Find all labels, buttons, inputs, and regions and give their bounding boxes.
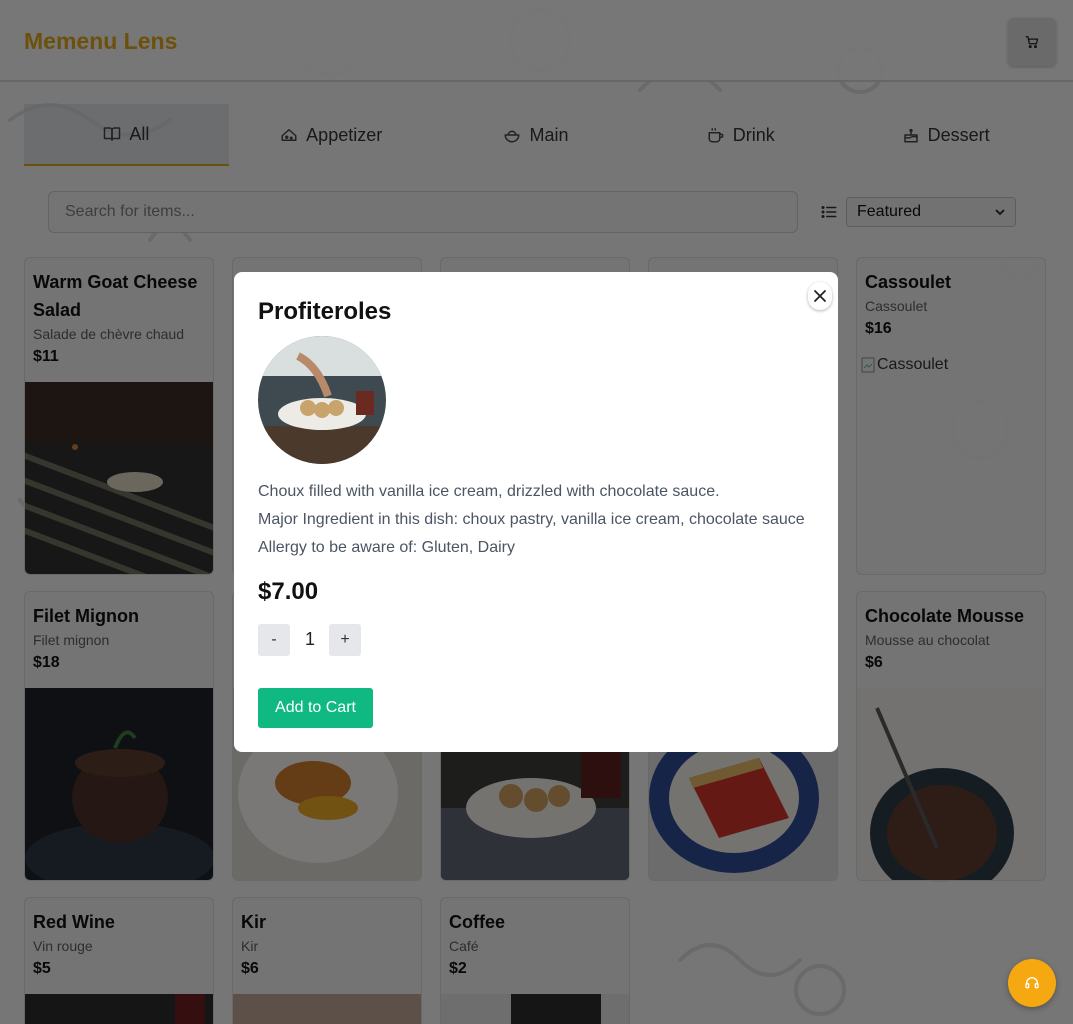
quantity-value: 1	[304, 629, 315, 649]
modal-ingredients: Major Ingredient in this dish: choux pas…	[258, 511, 805, 528]
add-to-cart-button[interactable]: Add to Cart	[258, 688, 373, 728]
increase-quantity-button[interactable]: +	[329, 624, 361, 656]
modal-allergy: Allergy to be aware of: Gluten, Dairy	[258, 539, 516, 556]
decrease-quantity-button[interactable]: -	[258, 624, 290, 656]
item-detail-modal: Profiteroles Choux filled with vanilla i…	[234, 272, 838, 752]
close-button[interactable]	[808, 282, 832, 310]
modal-item-photo	[258, 336, 386, 464]
chat-support-button[interactable]	[1008, 959, 1056, 1007]
support-agent-icon	[1025, 977, 1039, 989]
modal-title: Profiteroles	[258, 298, 392, 325]
modal-description: Choux filled with vanilla ice cream, dri…	[258, 483, 720, 500]
modal-price: $7.00	[258, 578, 319, 605]
close-icon	[814, 290, 826, 302]
